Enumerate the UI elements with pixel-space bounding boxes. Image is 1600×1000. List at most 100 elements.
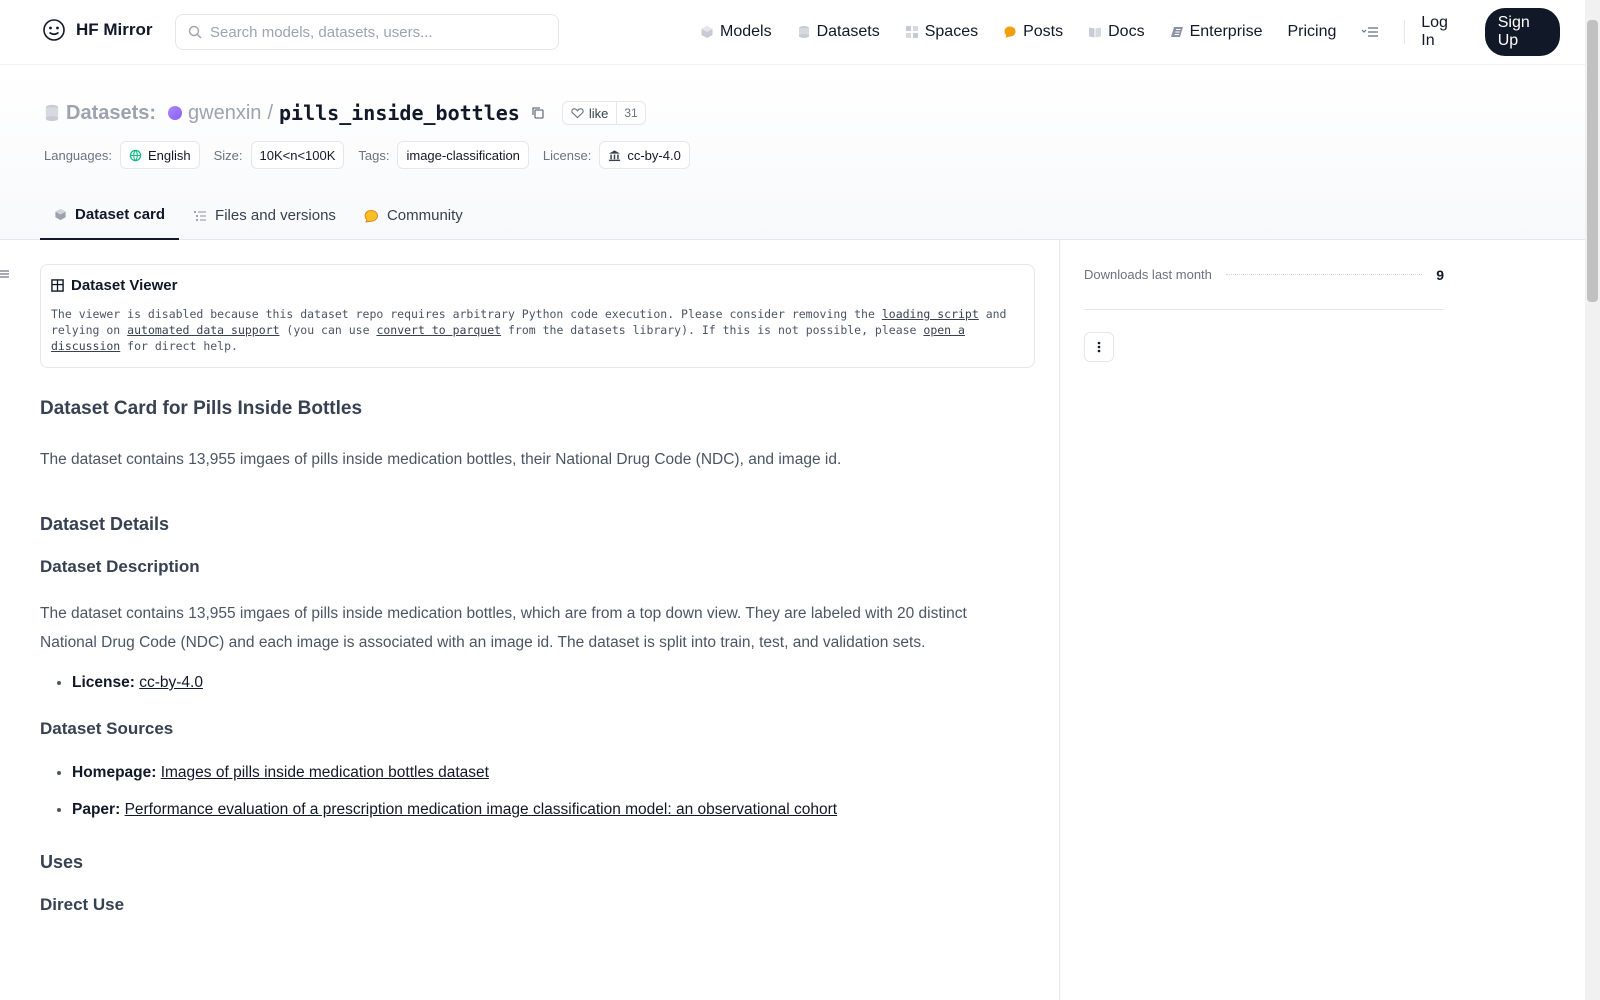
language-tag[interactable]: English [119, 141, 200, 169]
tags-label: Tags: [358, 147, 390, 163]
breadcrumb: Datasets: gwenxin / pills_inside_bottles… [44, 101, 646, 125]
description-heading: Dataset Description [40, 557, 200, 576]
sidebar-divider [1059, 240, 1060, 1000]
viewer-text-4: from the datasets library). If this is n… [501, 323, 924, 337]
nav-spaces[interactable]: Spaces [905, 23, 978, 41]
license-tag[interactable]: cc-by-4.0 [599, 141, 690, 169]
license-list: License: cc-by-4.0 [72, 671, 1000, 695]
tab-dataset-card-label: Dataset card [75, 206, 166, 223]
tab-dataset-card[interactable]: Dataset card [40, 191, 180, 240]
top-navbar: HF Mirror Models Datasets Spaces Posts D… [0, 0, 1585, 65]
language-value: English [147, 147, 191, 163]
breadcrumb-owner[interactable]: gwenxin [188, 102, 261, 125]
viewer-title: Dataset Viewer [51, 277, 1024, 294]
nav-models-label: Models [720, 23, 772, 40]
viewer-text-3: (you can use [279, 323, 377, 337]
breadcrumb-section[interactable]: Datasets: [66, 102, 156, 125]
tab-files-and-versions[interactable]: Files and versions [179, 191, 350, 240]
toc-toggle[interactable] [0, 268, 10, 282]
book-icon [1089, 27, 1102, 38]
nav-models[interactable]: Models [700, 23, 772, 41]
login-label: Log In [1421, 14, 1448, 49]
viewer-text-5: for direct help. [120, 339, 238, 353]
dataset-card-body: Dataset Card for Pills Inside Bottles Th… [40, 398, 1000, 937]
repo-tabs: Dataset card Files and versions Communit… [40, 191, 477, 240]
nav-more-menu[interactable] [1361, 25, 1379, 39]
nav-docs[interactable]: Docs [1088, 23, 1145, 41]
table-icon [51, 279, 64, 292]
metadata-row: Languages: English Size: 10K<n<100K Tags… [44, 141, 704, 169]
dataset-viewer-notice: Dataset Viewer The viewer is disabled be… [40, 264, 1035, 368]
community-icon [364, 209, 378, 223]
license-label: License: [542, 147, 592, 163]
search-input[interactable] [210, 23, 530, 41]
list-item: License: cc-by-4.0 [72, 671, 1000, 695]
enterprise-icon [1170, 27, 1183, 37]
license-item-label: License: [72, 674, 135, 691]
sidebar: Downloads last month 9 [1084, 240, 1444, 362]
nav-posts[interactable]: Posts [1003, 23, 1063, 41]
like-count[interactable]: 31 [616, 102, 644, 124]
sources-heading: Dataset Sources [40, 719, 174, 738]
license-value: cc-by-4.0 [627, 147, 681, 163]
paper-link[interactable]: Performance evaluation of a prescription… [125, 801, 838, 818]
main-content: Dataset Viewer The viewer is disabled be… [40, 240, 1040, 1000]
repo-header: Datasets: gwenxin / pills_inside_bottles… [0, 65, 1585, 240]
cube-icon [55, 208, 66, 221]
downloads-value: 9 [1436, 266, 1444, 283]
nav-divider [1404, 20, 1406, 44]
card-title: Dataset Card for Pills Inside Bottles [40, 398, 363, 419]
scrollbar-thumb[interactable] [1587, 20, 1598, 302]
page-scrollbar[interactable] [1585, 0, 1600, 1000]
list-item: Paper: Performance evaluation of a presc… [72, 798, 1000, 822]
main-nav: Models Datasets Spaces Posts Docs Enterp… [700, 8, 1585, 56]
database-icon [45, 104, 59, 122]
downloads-stat: Downloads last month 9 [1084, 240, 1444, 310]
grid-icon [905, 26, 918, 38]
uses-heading: Uses [40, 852, 84, 872]
homepage-label: Homepage: [72, 764, 157, 781]
more-options-button[interactable] [1084, 332, 1114, 362]
size-value: 10K<n<100K [259, 147, 336, 163]
search-box[interactable] [175, 14, 559, 50]
nav-spaces-label: Spaces [924, 23, 979, 40]
breadcrumb-separator: / [267, 101, 273, 124]
tab-files-label: Files and versions [215, 207, 336, 224]
list-item: Homepage: Images of pills inside medicat… [72, 761, 1000, 785]
homepage-link[interactable]: Images of pills inside medication bottle… [161, 764, 489, 781]
bank-icon [609, 149, 621, 161]
languages-label: Languages: [44, 147, 112, 163]
message-icon [1004, 26, 1016, 38]
size-tag[interactable]: 10K<n<100K [250, 141, 345, 169]
direct-use-heading: Direct Use [40, 895, 125, 914]
downloads-label: Downloads last month [1084, 267, 1212, 282]
viewer-message: The viewer is disabled because this data… [51, 306, 1024, 354]
nav-enterprise-label: Enterprise [1189, 23, 1263, 40]
convert-to-parquet-link[interactable]: convert to parquet [376, 323, 501, 337]
cube-icon [701, 26, 713, 38]
automated-data-support-link[interactable]: automated data support [127, 323, 279, 337]
details-heading: Dataset Details [40, 514, 170, 534]
kebab-icon [1097, 341, 1101, 353]
nav-enterprise[interactable]: Enterprise [1170, 23, 1263, 41]
like-button[interactable]: like 31 [561, 101, 646, 125]
tab-community[interactable]: Community [350, 191, 477, 240]
license-link[interactable]: cc-by-4.0 [139, 674, 203, 691]
nav-pricing-label: Pricing [1287, 23, 1337, 40]
task-tag[interactable]: image-classification [397, 141, 529, 169]
loading-script-link[interactable]: loading script [882, 307, 979, 321]
nav-posts-label: Posts [1023, 23, 1064, 40]
heart-icon [571, 108, 584, 119]
viewer-text-1: The viewer is disabled because this data… [51, 307, 882, 321]
logo-link[interactable]: HF Mirror [42, 18, 153, 42]
nav-datasets[interactable]: Datasets [797, 23, 880, 41]
copy-icon[interactable] [530, 105, 546, 121]
downloads-leader [1225, 274, 1423, 275]
signup-button[interactable]: Sign Up [1484, 8, 1560, 56]
card-intro: The dataset contains 13,955 imgaes of pi… [40, 451, 842, 468]
login-link[interactable]: Log In [1421, 14, 1459, 50]
nav-docs-label: Docs [1108, 23, 1145, 40]
card-description: The dataset contains 13,955 imgaes of pi… [40, 605, 967, 651]
nav-pricing[interactable]: Pricing [1287, 23, 1336, 41]
like-action[interactable]: like [563, 106, 617, 121]
